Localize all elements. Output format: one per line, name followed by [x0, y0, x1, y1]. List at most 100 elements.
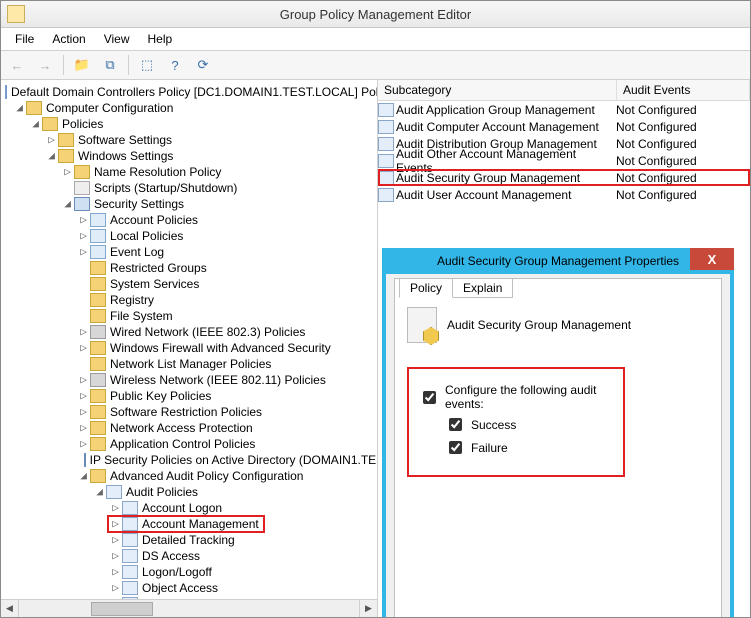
nav-forward-button[interactable]: → [33, 53, 57, 77]
list-body[interactable]: Audit Application Group ManagementNot Co… [378, 101, 750, 203]
menu-action[interactable]: Action [44, 30, 93, 48]
expander-icon[interactable]: ▷ [77, 436, 90, 452]
tree-ds-access[interactable]: ▷DS Access [5, 548, 377, 564]
tree-software-restriction[interactable]: ▷Software Restriction Policies [5, 404, 377, 420]
audit-icon [122, 517, 138, 531]
tree-account-logon[interactable]: ▷Account Logon [5, 500, 377, 516]
tree-horizontal-scrollbar[interactable]: ◀ ▶ [1, 599, 377, 617]
success-checkbox-input[interactable] [449, 418, 462, 431]
tab-explain[interactable]: Explain [452, 278, 513, 298]
show-hide-button[interactable]: ⬚ [135, 53, 159, 77]
menu-view[interactable]: View [96, 30, 138, 48]
expander-icon[interactable]: ▷ [109, 516, 122, 532]
tree-ipsec[interactable]: IP Security Policies on Active Directory… [5, 452, 377, 468]
folder-icon [74, 165, 90, 179]
tree-account-management[interactable]: ▷Account Management [5, 516, 377, 532]
tree-software-settings[interactable]: ▷Software Settings [5, 132, 377, 148]
toolbar-separator [63, 55, 64, 75]
expander-icon[interactable]: ◢ [93, 484, 106, 500]
scroll-left-icon[interactable]: ◀ [1, 600, 19, 617]
tree-public-key[interactable]: ▷Public Key Policies [5, 388, 377, 404]
tree-scripts[interactable]: Scripts (Startup/Shutdown) [5, 180, 377, 196]
expander-icon[interactable]: ◢ [13, 100, 26, 116]
tree-audit-policies[interactable]: ◢Audit Policies [5, 484, 377, 500]
tree-wireless-policies[interactable]: ▷Wireless Network (IEEE 802.11) Policies [5, 372, 377, 388]
expander-icon[interactable]: ▷ [77, 372, 90, 388]
list-row[interactable]: Audit Application Group ManagementNot Co… [378, 101, 750, 118]
network-icon [90, 373, 106, 387]
folder-icon [26, 101, 42, 115]
list-item-value: Not Configured [610, 137, 750, 151]
expander-icon[interactable]: ▷ [77, 420, 90, 436]
tree-registry[interactable]: Registry [5, 292, 377, 308]
expander-icon[interactable]: ▷ [109, 500, 122, 516]
properties-button[interactable]: ⧉ [98, 53, 122, 77]
folder-icon [58, 133, 74, 147]
expander-icon[interactable]: ▷ [109, 564, 122, 580]
tree-advanced-audit[interactable]: ◢Advanced Audit Policy Configuration [5, 468, 377, 484]
tree-logon-logoff[interactable]: ▷Logon/Logoff [5, 564, 377, 580]
expander-icon[interactable]: ◢ [77, 468, 90, 484]
expander-icon[interactable]: ◢ [45, 148, 58, 164]
tree-nap[interactable]: ▷Network Access Protection [5, 420, 377, 436]
column-subcategory[interactable]: Subcategory [378, 80, 617, 100]
menu-file[interactable]: File [7, 30, 42, 48]
expander-icon[interactable]: ▷ [109, 580, 122, 596]
properties-dialog: Audit Security Group Management Properti… [382, 248, 734, 617]
expander-icon[interactable]: ▷ [45, 132, 58, 148]
list-row[interactable]: Audit User Account ManagementNot Configu… [378, 186, 750, 203]
failure-checkbox-input[interactable] [449, 441, 462, 454]
tree-network-list-manager[interactable]: Network List Manager Policies [5, 356, 377, 372]
menu-help[interactable]: Help [140, 30, 181, 48]
tree-app-control[interactable]: ▷Application Control Policies [5, 436, 377, 452]
console-tree[interactable]: Default Domain Controllers Policy [DC1.D… [1, 80, 377, 599]
expander-icon[interactable]: ▷ [77, 228, 90, 244]
toolbar: ← → 📁 ⧉ ⬚ ? ⟳ [1, 51, 750, 80]
column-audit-events[interactable]: Audit Events [617, 80, 750, 100]
expander-icon[interactable]: ◢ [29, 116, 42, 132]
expander-icon[interactable]: ◢ [61, 196, 74, 212]
expander-icon[interactable]: ▷ [77, 244, 90, 260]
tree-name-resolution[interactable]: ▷Name Resolution Policy [5, 164, 377, 180]
tree-computer-config[interactable]: ◢Computer Configuration [5, 100, 377, 116]
success-checkbox[interactable]: Success [445, 415, 609, 434]
tree-restricted-groups[interactable]: Restricted Groups [5, 260, 377, 276]
configure-checkbox-input[interactable] [423, 391, 436, 404]
audit-icon [122, 533, 138, 547]
tree-detailed-tracking[interactable]: ▷Detailed Tracking [5, 532, 377, 548]
expander-icon[interactable]: ▷ [109, 548, 122, 564]
expander-icon[interactable]: ▷ [77, 340, 90, 356]
list-row[interactable]: Audit Other Account Management EventsNot… [378, 152, 750, 169]
failure-checkbox[interactable]: Failure [445, 438, 609, 457]
tree-system-services[interactable]: System Services [5, 276, 377, 292]
up-folder-button[interactable]: 📁 [70, 53, 94, 77]
scroll-right-icon[interactable]: ▶ [359, 600, 377, 617]
tree-file-system[interactable]: File System [5, 308, 377, 324]
tree-windows-settings[interactable]: ◢Windows Settings [5, 148, 377, 164]
expander-icon[interactable]: ▷ [77, 388, 90, 404]
tree-object-access[interactable]: ▷Object Access [5, 580, 377, 596]
scroll-thumb[interactable] [91, 602, 153, 616]
nav-back-button[interactable]: ← [5, 53, 29, 77]
tree-windows-firewall[interactable]: ▷Windows Firewall with Advanced Security [5, 340, 377, 356]
expander-icon[interactable]: ▷ [77, 324, 90, 340]
tree-root[interactable]: Default Domain Controllers Policy [DC1.D… [5, 84, 377, 100]
help-button[interactable]: ? [163, 53, 187, 77]
list-row[interactable]: Audit Computer Account ManagementNot Con… [378, 118, 750, 135]
tree-local-policies[interactable]: ▷Local Policies [5, 228, 377, 244]
refresh-button[interactable]: ⟳ [191, 53, 215, 77]
expander-icon[interactable]: ▷ [109, 532, 122, 548]
configure-checkbox[interactable]: Configure the following audit events: [419, 383, 609, 411]
expander-icon[interactable]: ▷ [77, 212, 90, 228]
tree-security-settings[interactable]: ◢Security Settings [5, 196, 377, 212]
tree-wired-policies[interactable]: ▷Wired Network (IEEE 802.3) Policies [5, 324, 377, 340]
tree-policies[interactable]: ◢Policies [5, 116, 377, 132]
dialog-close-button[interactable]: X [690, 248, 734, 270]
dialog-titlebar[interactable]: Audit Security Group Management Properti… [382, 248, 734, 274]
tab-policy[interactable]: Policy [399, 278, 453, 298]
list-row[interactable]: Audit Security Group ManagementNot Confi… [378, 169, 750, 186]
expander-icon[interactable]: ▷ [77, 404, 90, 420]
expander-icon[interactable]: ▷ [61, 164, 74, 180]
tree-event-log[interactable]: ▷Event Log [5, 244, 377, 260]
tree-account-policies[interactable]: ▷Account Policies [5, 212, 377, 228]
